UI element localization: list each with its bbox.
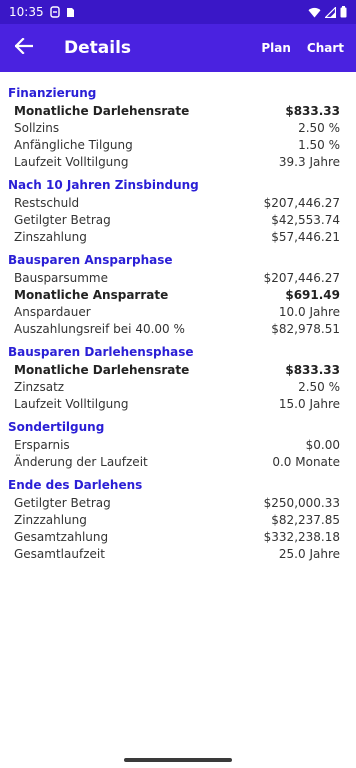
detail-label: Zinzzahlung <box>14 512 87 527</box>
detail-value: $332,238.18 <box>263 529 340 544</box>
detail-value: $207,446.27 <box>263 195 340 210</box>
detail-row: Sollzins 2.50 % <box>8 119 348 136</box>
detail-value: 2.50 % <box>298 379 340 394</box>
status-time: 10:35 <box>9 5 44 19</box>
detail-row: Monatliche Darlehensrate $833.33 <box>8 102 348 119</box>
sim-card-icon <box>66 7 75 18</box>
detail-value: 25.0 Jahre <box>278 546 340 561</box>
section-title: Sondertilgung <box>8 420 105 434</box>
detail-value: $691.49 <box>285 287 340 302</box>
app-bar: Details Plan Chart <box>0 24 356 72</box>
section: Nach 10 Jahren Zinsbindung Restschuld $207… <box>8 176 348 245</box>
detail-row: Gesamtlaufzeit 25.0 Jahre <box>8 545 348 562</box>
detail-label: Anspardauer <box>14 304 91 319</box>
plan-button[interactable]: Plan <box>253 24 299 72</box>
detail-label: Auszahlungsreif bei 40.00 % <box>14 321 185 336</box>
home-gesture-handle[interactable] <box>124 758 232 762</box>
status-left: 10:35 <box>9 5 75 19</box>
status-right <box>308 6 347 18</box>
wifi-icon <box>308 7 321 18</box>
sync-notification-icon <box>49 6 60 18</box>
detail-row: Laufzeit Volltilgung 15.0 Jahre <box>8 395 348 412</box>
detail-row: Anspardauer 10.0 Jahre <box>8 303 348 320</box>
navigation-bar <box>0 746 356 768</box>
detail-row: Zinzsatz 2.50 % <box>8 378 348 395</box>
section-title: Finanzierung <box>8 86 97 100</box>
detail-row: Getilgter Betrag $250,000.33 <box>8 494 348 511</box>
detail-row: Getilgter Betrag $42,553.74 <box>8 211 348 228</box>
detail-value: $833.33 <box>285 103 340 118</box>
detail-value: $82,237.85 <box>271 512 340 527</box>
battery-icon <box>340 6 347 18</box>
detail-label: Sollzins <box>14 120 60 135</box>
status-bar: 10:35 <box>0 0 356 24</box>
detail-label: Laufzeit Volltilgung <box>14 396 129 411</box>
detail-value: $57,446.21 <box>271 229 340 244</box>
detail-row: Anfängliche Tilgung 1.50 % <box>8 136 348 153</box>
detail-label: Zinszahlung <box>14 229 87 244</box>
section-title: Bausparen Ansparphase <box>8 253 173 267</box>
detail-label: Restschuld <box>14 195 80 210</box>
detail-value: 15.0 Jahre <box>278 396 340 411</box>
detail-label: Laufzeit Volltilgung <box>14 154 129 169</box>
detail-row: Änderung der Laufzeit 0.0 Monate <box>8 453 348 470</box>
detail-row: Laufzeit Volltilgung 39.3 Jahre <box>8 153 348 170</box>
chart-button[interactable]: Chart <box>299 24 352 72</box>
detail-value: 0.0 Monate <box>272 454 340 469</box>
detail-value: $42,553.74 <box>271 212 340 227</box>
page-title: Details <box>64 38 132 58</box>
section: Sondertilgung Ersparnis $0.00 Änderung der … <box>8 418 348 470</box>
detail-label: Monatliche Darlehensrate <box>14 362 190 377</box>
detail-row: Bausparsumme $207,446.27 <box>8 269 348 286</box>
detail-label: Ersparnis <box>14 437 70 452</box>
detail-value: $833.33 <box>285 362 340 377</box>
detail-value: $82,978.51 <box>271 321 340 336</box>
detail-label: Bausparsumme <box>14 270 108 285</box>
arrow-back-icon <box>14 37 34 58</box>
detail-row: Zinzzahlung $82,237.85 <box>8 511 348 528</box>
detail-row: Zinszahlung $57,446.21 <box>8 228 348 245</box>
section-title: Ende des Darlehens <box>8 478 143 492</box>
detail-label: Monatliche Ansparrate <box>14 287 169 302</box>
detail-label: Zinzsatz <box>14 379 65 394</box>
details-list: Finanzierung Monatliche Darlehensrate $833… <box>0 72 356 562</box>
detail-row: Monatliche Darlehensrate $833.33 <box>8 361 348 378</box>
detail-row: Restschuld $207,446.27 <box>8 194 348 211</box>
detail-label: Gesamtlaufzeit <box>14 546 105 561</box>
detail-value: $250,000.33 <box>263 495 340 510</box>
detail-label: Getilgter Betrag <box>14 212 111 227</box>
cell-signal-icon <box>325 6 336 18</box>
detail-value: 2.50 % <box>298 120 340 135</box>
detail-label: Änderung der Laufzeit <box>14 454 148 469</box>
detail-label: Getilgter Betrag <box>14 495 111 510</box>
detail-value: $207,446.27 <box>263 270 340 285</box>
section: Ende des Darlehens Getilgter Betrag $250,0… <box>8 476 348 562</box>
detail-label: Gesamtzahlung <box>14 529 109 544</box>
section: Finanzierung Monatliche Darlehensrate $833… <box>8 84 348 170</box>
detail-label: Monatliche Darlehensrate <box>14 103 190 118</box>
back-button[interactable] <box>0 24 48 72</box>
detail-row: Auszahlungsreif bei 40.00 % $82,978.51 <box>8 320 348 337</box>
section-title: Nach 10 Jahren Zinsbindung <box>8 178 199 192</box>
section: Bausparen Ansparphase Bausparsumme $207,44… <box>8 251 348 337</box>
section: Bausparen Darlehensphase Monatliche Darle… <box>8 343 348 412</box>
detail-row: Ersparnis $0.00 <box>8 436 348 453</box>
detail-value: 10.0 Jahre <box>278 304 340 319</box>
section-title: Bausparen Darlehensphase <box>8 345 194 359</box>
detail-value: 39.3 Jahre <box>278 154 340 169</box>
detail-row: Gesamtzahlung $332,238.18 <box>8 528 348 545</box>
detail-row: Monatliche Ansparrate $691.49 <box>8 286 348 303</box>
detail-value: 1.50 % <box>298 137 340 152</box>
detail-value: $0.00 <box>305 437 340 452</box>
detail-label: Anfängliche Tilgung <box>14 137 133 152</box>
